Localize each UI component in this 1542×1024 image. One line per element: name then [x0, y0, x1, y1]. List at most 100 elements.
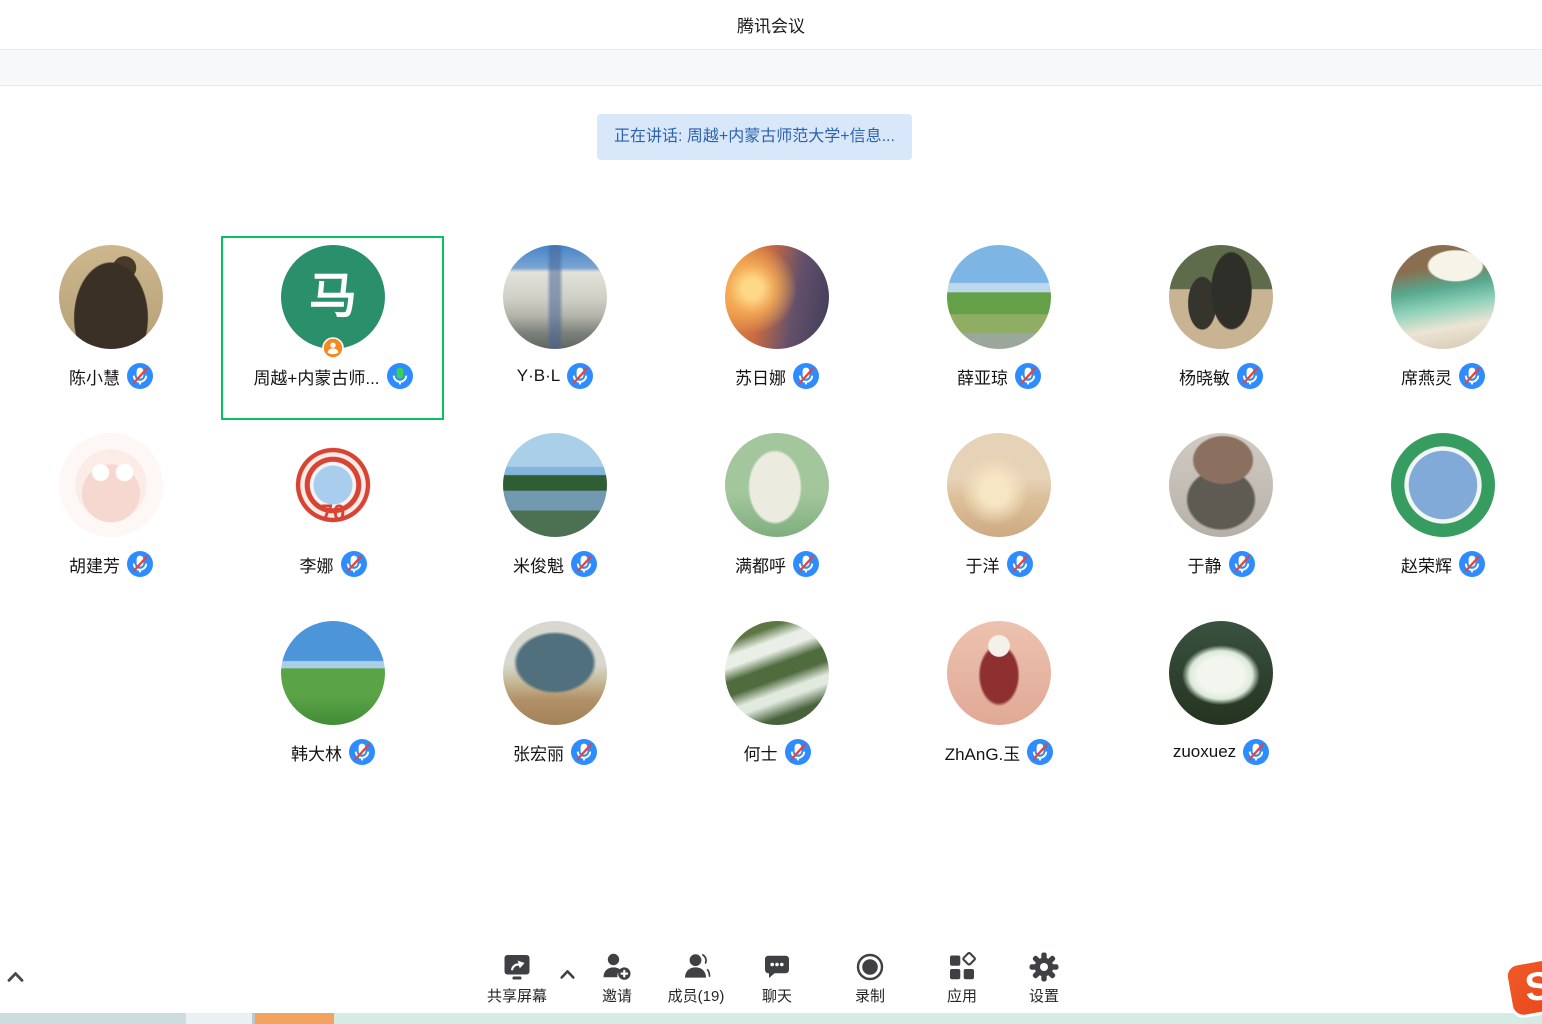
participant-name-row: 李娜: [223, 551, 443, 577]
taskbar-segment: [186, 1013, 252, 1024]
avatar: [725, 433, 829, 537]
dock-item-label: 录制: [855, 985, 885, 1006]
avatar-emblem: 70: [321, 502, 345, 524]
participant-name: 于静: [1188, 552, 1222, 577]
mic-muted-icon: [127, 551, 153, 577]
avatar: [59, 245, 163, 349]
participant-name: 李娜: [300, 552, 334, 577]
participant-tile[interactable]: 陈小慧: [1, 245, 221, 395]
avatar-emblem: 马: [309, 273, 357, 321]
participant-name-row: 满都呼: [667, 551, 887, 577]
speaking-banner-text: 正在讲话: 周越+内蒙古师范大学+信息...: [614, 128, 895, 145]
invite-icon: [600, 950, 634, 984]
mic-muted-icon: [793, 551, 819, 577]
mic-muted-icon: [1243, 739, 1269, 765]
taskbar-segment: [255, 1013, 334, 1024]
window-title: 腾讯会议: [0, 0, 1542, 50]
participant-tile[interactable]: Y·B·L: [445, 245, 665, 395]
participant-name: 满都呼: [735, 552, 786, 577]
taskbar[interactable]: [0, 1013, 1542, 1024]
avatar: [725, 245, 829, 349]
mic-muted-icon: [349, 739, 375, 765]
participant-name-row: 米俊魁: [445, 551, 665, 577]
mic-muted-icon: [1459, 363, 1485, 389]
participant-name: 韩大林: [291, 740, 342, 765]
participant-name-row: 于静: [1111, 551, 1331, 577]
avatar: [1391, 245, 1495, 349]
participant-tile[interactable]: 于静: [1111, 433, 1331, 583]
participant-tile[interactable]: 胡建芳: [1, 433, 221, 583]
dock-item-label: 共享屏幕: [487, 985, 547, 1006]
participant-tile[interactable]: 满都呼: [667, 433, 887, 583]
avatar: [725, 621, 829, 725]
participant-name-row: 赵荣辉: [1333, 551, 1542, 577]
mic-muted-icon: [1007, 551, 1033, 577]
participant-name: 苏日娜: [735, 364, 786, 389]
participant-tile[interactable]: 杨晓敏: [1111, 245, 1331, 395]
participant-name: 杨晓敏: [1179, 364, 1230, 389]
participant-tile[interactable]: zuoxuez: [1111, 621, 1331, 771]
dock-item-settings[interactable]: 设置: [982, 950, 1106, 1006]
apps-icon: [945, 950, 979, 984]
participant-name: 陈小慧: [69, 364, 120, 389]
chat-icon: [760, 950, 794, 984]
participant-name: 赵荣辉: [1401, 552, 1452, 577]
participant-name-row: 胡建芳: [1, 551, 221, 577]
participant-tile[interactable]: 薛亚琼: [889, 245, 1109, 395]
participant-tile[interactable]: 席燕灵: [1333, 245, 1542, 395]
mic-muted-icon: [1027, 739, 1053, 765]
participant-tile[interactable]: 苏日娜: [667, 245, 887, 395]
participant-tile[interactable]: 马周越+内蒙古师...: [223, 245, 443, 395]
mic-muted-icon: [1015, 363, 1041, 389]
participant-name: 于洋: [966, 552, 1000, 577]
dock-item-label: 设置: [1029, 985, 1059, 1006]
participant-name-row: Y·B·L: [445, 363, 665, 389]
avatar: [1391, 433, 1495, 537]
taskbar-segment: [0, 1013, 186, 1024]
taskbar-segment: [334, 1013, 1542, 1024]
collapse-chevron-icon[interactable]: [6, 970, 25, 983]
avatar: [1169, 433, 1273, 537]
avatar: [1169, 621, 1273, 725]
dock-item-label: 应用: [947, 985, 977, 1006]
participant-name-row: 薛亚琼: [889, 363, 1109, 389]
participant-name: 胡建芳: [69, 552, 120, 577]
participant-name: zuoxuez: [1173, 742, 1236, 762]
participant-name-row: 何士: [667, 739, 887, 765]
mic-active-icon: [387, 363, 413, 389]
participant-tile[interactable]: 赵荣辉: [1333, 433, 1542, 583]
mic-muted-icon: [127, 363, 153, 389]
participant-name-row: 周越+内蒙古师...: [223, 363, 443, 389]
mic-muted-icon: [571, 551, 597, 577]
mic-muted-icon: [1459, 551, 1485, 577]
avatar: [503, 621, 607, 725]
host-badge-icon: [322, 337, 344, 359]
avatar: [59, 433, 163, 537]
participant-name: 周越+内蒙古师...: [253, 364, 379, 389]
participant-tile[interactable]: 于洋: [889, 433, 1109, 583]
participant-tile[interactable]: 韩大林: [223, 621, 443, 771]
avatar: [503, 245, 607, 349]
members-icon: [679, 950, 713, 984]
mic-muted-icon: [1237, 363, 1263, 389]
avatar: [947, 433, 1051, 537]
avatar: 70: [281, 433, 385, 537]
participant-name-row: ZhAnG.玉: [889, 739, 1109, 765]
participant-name: 何士: [744, 740, 778, 765]
participant-tile[interactable]: 张宏丽: [445, 621, 665, 771]
avatar: [1169, 245, 1273, 349]
participant-name-row: 于洋: [889, 551, 1109, 577]
bottom-toolbar: 共享屏幕邀请成员(19)聊天录制应用设置: [0, 948, 1542, 1012]
dock-item-label: 聊天: [762, 985, 792, 1006]
participant-tile[interactable]: ZhAnG.玉: [889, 621, 1109, 771]
participant-tile[interactable]: 何士: [667, 621, 887, 771]
participant-name: 薛亚琼: [957, 364, 1008, 389]
record-icon: [853, 950, 887, 984]
participant-tile[interactable]: 70 李娜: [223, 433, 443, 583]
share-screen-icon: [500, 950, 534, 984]
participant-name-row: 陈小慧: [1, 363, 221, 389]
participant-name: 席燕灵: [1401, 364, 1452, 389]
avatar: [503, 433, 607, 537]
sogou-letter: S: [1523, 966, 1542, 1009]
participant-tile[interactable]: 米俊魁: [445, 433, 665, 583]
